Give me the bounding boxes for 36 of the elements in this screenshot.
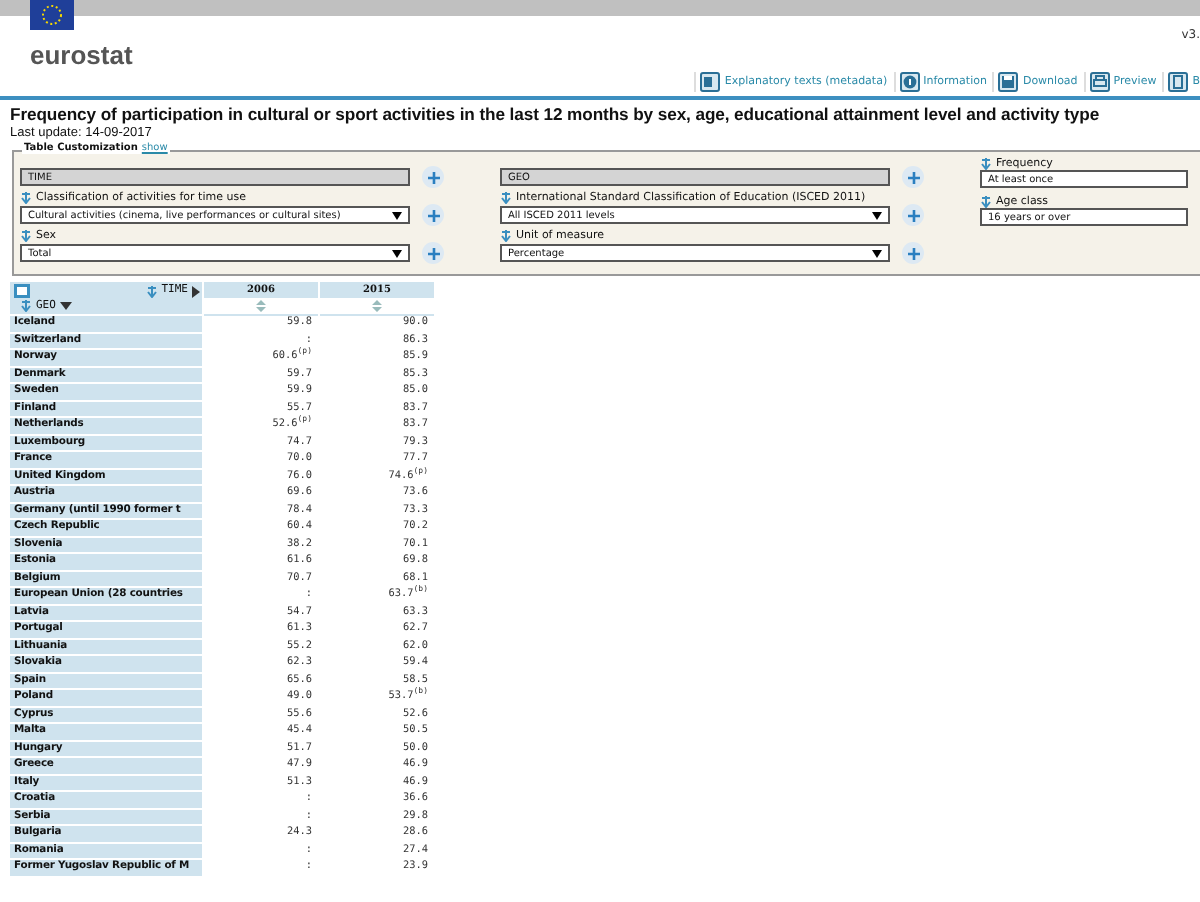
- down-arrow-icon: [20, 229, 32, 241]
- plus-icon: [427, 209, 439, 221]
- printer-icon: [1089, 72, 1110, 92]
- add-button[interactable]: [902, 242, 924, 264]
- page-title: Frequency of participation in cultural or sport activities in the last 12 months by sex, age, educational attainment level and activity type: [10, 104, 1102, 124]
- add-button[interactable]: [422, 242, 444, 264]
- sort-icon: [372, 300, 382, 312]
- caret-icon: [872, 249, 882, 257]
- caret-icon: [872, 211, 882, 219]
- flag-icon: [30, 0, 74, 30]
- book-icon: [1168, 72, 1189, 92]
- document-icon: [700, 72, 721, 92]
- right-triangle-icon: [192, 285, 200, 298]
- plus-icon: [427, 171, 439, 183]
- logo-text: eurostat: [30, 40, 133, 70]
- plus-icon: [427, 247, 439, 259]
- add-button[interactable]: [902, 204, 924, 226]
- add-button[interactable]: [902, 166, 924, 188]
- down-arrow-icon: [20, 300, 32, 313]
- add-button[interactable]: [422, 166, 444, 188]
- caret-icon: [392, 249, 402, 257]
- down-arrow-icon: [980, 157, 992, 169]
- down-arrow-icon: [500, 191, 512, 203]
- down-arrow-icon: [20, 191, 32, 203]
- down-arrow-icon: [500, 229, 512, 241]
- add-button[interactable]: [422, 204, 444, 226]
- sort-icon: [256, 300, 266, 312]
- plus-icon: [907, 171, 919, 183]
- down-arrow-icon: [145, 285, 158, 298]
- down-arrow-icon: [980, 195, 992, 207]
- disk-icon: [998, 72, 1019, 92]
- down-triangle-icon: [59, 302, 72, 311]
- caret-icon: [392, 211, 402, 219]
- plus-icon: [907, 209, 919, 221]
- info-icon: [899, 72, 920, 92]
- plus-icon: [907, 247, 919, 259]
